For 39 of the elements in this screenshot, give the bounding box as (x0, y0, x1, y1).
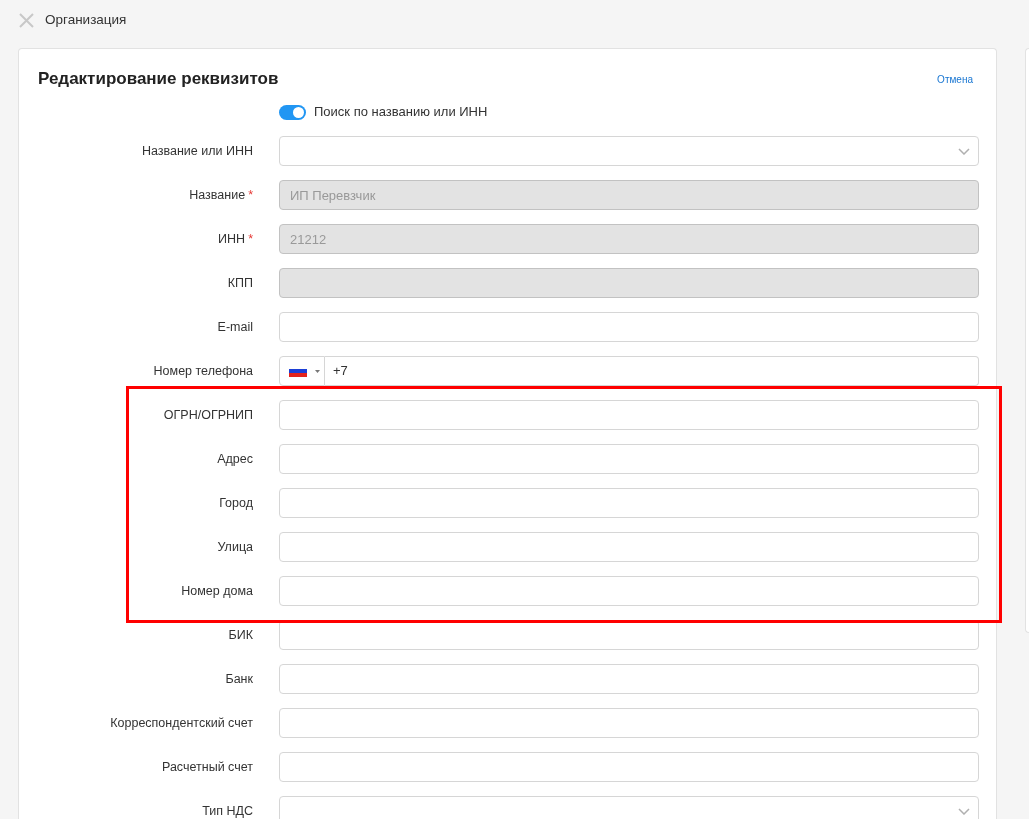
field-label: Расчетный счет (162, 758, 253, 776)
field-label: Корреспондентский счет (110, 714, 253, 732)
chevron-down-icon (958, 807, 970, 815)
input-field[interactable] (279, 488, 979, 518)
field-label: Название или ИНН (141, 142, 253, 160)
card-title: Редактирование реквизитов (38, 68, 279, 90)
toggle-label: Поиск по названию или ИНН (314, 103, 488, 122)
field-label: ОГРН/ОГРНИП (163, 406, 253, 424)
field-label: Тип НДС (202, 802, 253, 819)
input-field[interactable] (279, 312, 979, 342)
input-field[interactable] (279, 532, 979, 562)
input-field[interactable] (279, 576, 979, 606)
field-label: Номер дома (181, 582, 253, 600)
input-field[interactable] (279, 708, 979, 738)
dropdown-field[interactable] (279, 796, 979, 819)
page-title: Организация (45, 10, 127, 29)
field-label: E-mail (217, 318, 253, 336)
search-toggle[interactable] (279, 104, 306, 120)
field-label: КПП (227, 274, 253, 292)
phone-input-field[interactable]: +7 (325, 356, 979, 386)
cancel-link[interactable]: Отмена (937, 71, 973, 87)
chevron-down-icon (958, 147, 970, 155)
field-label: Город (219, 494, 253, 512)
input-field[interactable] (279, 444, 979, 474)
field-label: Номер телефона (153, 362, 253, 380)
field-label: Улица (217, 538, 253, 556)
field-label: БИК (228, 626, 253, 644)
field-label: ИНН * (218, 230, 253, 248)
close-icon[interactable] (19, 12, 34, 28)
input-field[interactable] (279, 752, 979, 782)
caret-icon (315, 369, 320, 373)
field-label: Адрес (217, 450, 253, 468)
field-label: Банк (225, 670, 253, 688)
input-field[interactable] (279, 664, 979, 694)
input-field[interactable] (279, 400, 979, 430)
field-label: Название * (189, 186, 253, 204)
country-select[interactable] (279, 356, 325, 386)
dropdown-field[interactable] (279, 136, 979, 166)
input-field[interactable] (279, 620, 979, 650)
